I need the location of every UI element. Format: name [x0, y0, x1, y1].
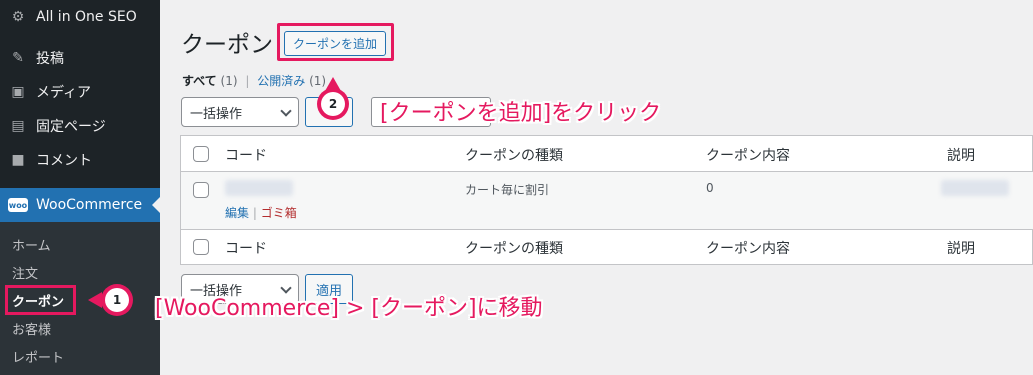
footer-column-description: 説明 — [947, 241, 975, 257]
select-all-checkbox-bottom[interactable] — [193, 239, 209, 255]
bulk-action-select-top[interactable]: 一括操作 — [181, 97, 299, 127]
column-code[interactable]: コード — [225, 145, 267, 165]
menu-item-comments[interactable]: ■ コメント — [0, 143, 160, 177]
step1-instruction: [WooCommerce] > [クーポン]に移動 — [155, 296, 543, 321]
description-redacted — [941, 180, 1009, 196]
submenu-item-reports[interactable]: レポート — [12, 347, 64, 366]
step1-badge: 1 — [101, 284, 133, 316]
gear-icon: ⚙ — [11, 9, 25, 25]
step1-badge-pointer — [88, 292, 102, 308]
page-icon: ▤ — [11, 118, 25, 134]
woo-icon: woo — [0, 188, 36, 222]
footer-column-amount: クーポン内容 — [706, 241, 790, 257]
submenu-item-orders[interactable]: 注文 — [12, 263, 38, 282]
submenu-item-customers[interactable]: お客様 — [12, 319, 51, 338]
menu-item-media[interactable]: ▣ メディア — [0, 75, 160, 109]
coupon-type: カート毎に割引 — [465, 183, 550, 197]
coupon-code-redacted[interactable] — [225, 180, 293, 196]
step2-instruction: [クーポンを追加]をクリック — [380, 101, 662, 126]
table-row: カート毎に割引 0 編集 | ゴミ箱 — [181, 172, 1033, 229]
table-header: コード クーポンの種類 クーポン内容 説明 — [181, 136, 1033, 172]
select-all-checkbox[interactable] — [193, 146, 209, 162]
comment-icon: ■ — [11, 152, 25, 168]
pin-icon: ✎ — [12, 50, 24, 66]
footer-column-type: クーポンの種類 — [465, 241, 563, 257]
footer-column-code[interactable]: コード — [225, 238, 267, 258]
table-footer: コード クーポンの種類 クーポン内容 説明 — [181, 229, 1033, 264]
status-filters: すべて (1) | 公開済み (1) — [182, 72, 326, 89]
filter-all[interactable]: すべて — [182, 74, 217, 88]
page-title: クーポン — [181, 32, 273, 58]
chevron-down-icon — [280, 105, 292, 117]
menu-item-posts[interactable]: ✎ 投稿 — [0, 41, 160, 75]
filter-published[interactable]: 公開済み — [257, 74, 305, 88]
filter-published-count: (1) — [309, 74, 327, 88]
coupon-amount: 0 — [706, 181, 714, 195]
step2-badge: 2 — [317, 88, 349, 120]
menu-item-aioseo[interactable]: ⚙ All in One SEO — [0, 0, 160, 34]
coupon-menu-highlight — [5, 285, 76, 315]
column-amount: クーポン内容 — [706, 148, 790, 164]
filter-all-count: (1) — [220, 74, 238, 88]
add-button-highlight — [277, 23, 394, 61]
current-menu-arrow — [152, 197, 160, 213]
column-type: クーポンの種類 — [465, 148, 563, 164]
row-actions: 編集 | ゴミ箱 — [225, 206, 297, 220]
submenu-item-home[interactable]: ホーム — [12, 235, 51, 254]
menu-item-woocommerce[interactable]: woo WooCommerce — [0, 188, 160, 222]
admin-sidebar: ⚙ All in One SEO ✎ 投稿 ▣ メディア ▤ 固定ページ ■ コ… — [0, 0, 160, 375]
trash-link[interactable]: ゴミ箱 — [261, 206, 297, 220]
menu-item-pages[interactable]: ▤ 固定ページ — [0, 109, 160, 143]
filter-separator: | — [245, 74, 250, 88]
column-description: 説明 — [947, 148, 975, 164]
media-icon: ▣ — [11, 84, 25, 100]
row-checkbox[interactable] — [193, 182, 209, 198]
coupon-table: コード クーポンの種類 クーポン内容 説明 カート毎に割引 0 編集 | ゴミ箱… — [180, 135, 1033, 265]
edit-link[interactable]: 編集 — [225, 206, 249, 220]
